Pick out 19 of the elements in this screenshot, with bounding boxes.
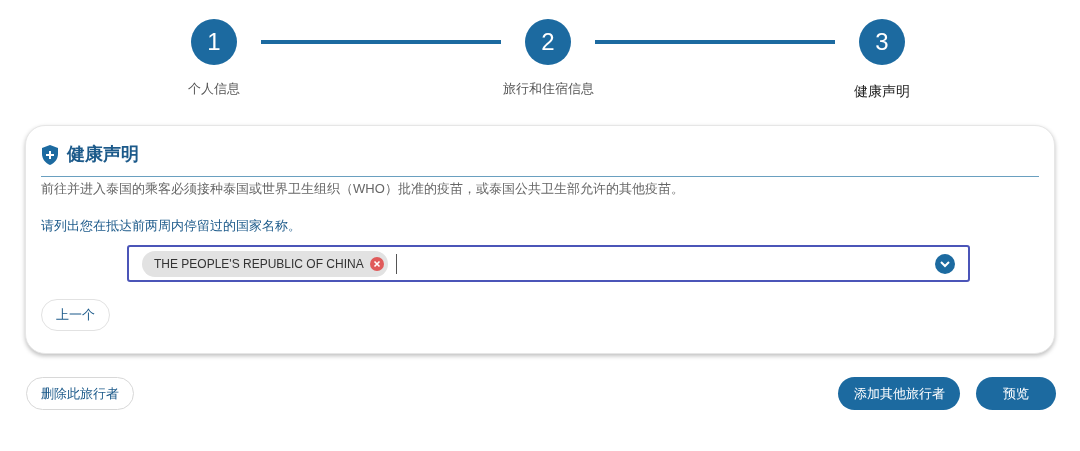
shield-plus-icon [41,144,59,165]
preview-button[interactable]: 预览 [976,377,1056,410]
question-text: 请列出您在抵达前两周内停留过的国家名称。 [41,216,302,235]
step-number: 1 [191,19,237,65]
vaccine-notice: 前往并进入泰国的乘客必须接种泰国或世界卫生组织（WHO）批准的疫苗，或泰国公共卫生部允许的其他疫苗。 [41,180,685,198]
step-label: 旅行和住宿信息 [502,80,594,98]
step-number: 2 [525,19,571,65]
country-select-field[interactable]: THE PEOPLE'S REPUBLIC OF CHINA [127,245,970,282]
text-cursor [395,253,397,274]
remove-traveler-button[interactable]: 删除此旅行者 [26,377,134,410]
country-chip: THE PEOPLE'S REPUBLIC OF CHINA [142,250,388,277]
step-label: 健康声明 [854,82,910,101]
step-label: 个人信息 [188,80,240,98]
chevron-down-icon[interactable] [935,253,955,274]
step-number: 3 [859,19,905,65]
remove-icon[interactable] [369,256,384,271]
back-button[interactable]: 上一个 [41,299,110,331]
section-title: 健康声明 [67,143,139,166]
add-traveler-button[interactable]: 添加其他旅行者 [838,377,960,410]
